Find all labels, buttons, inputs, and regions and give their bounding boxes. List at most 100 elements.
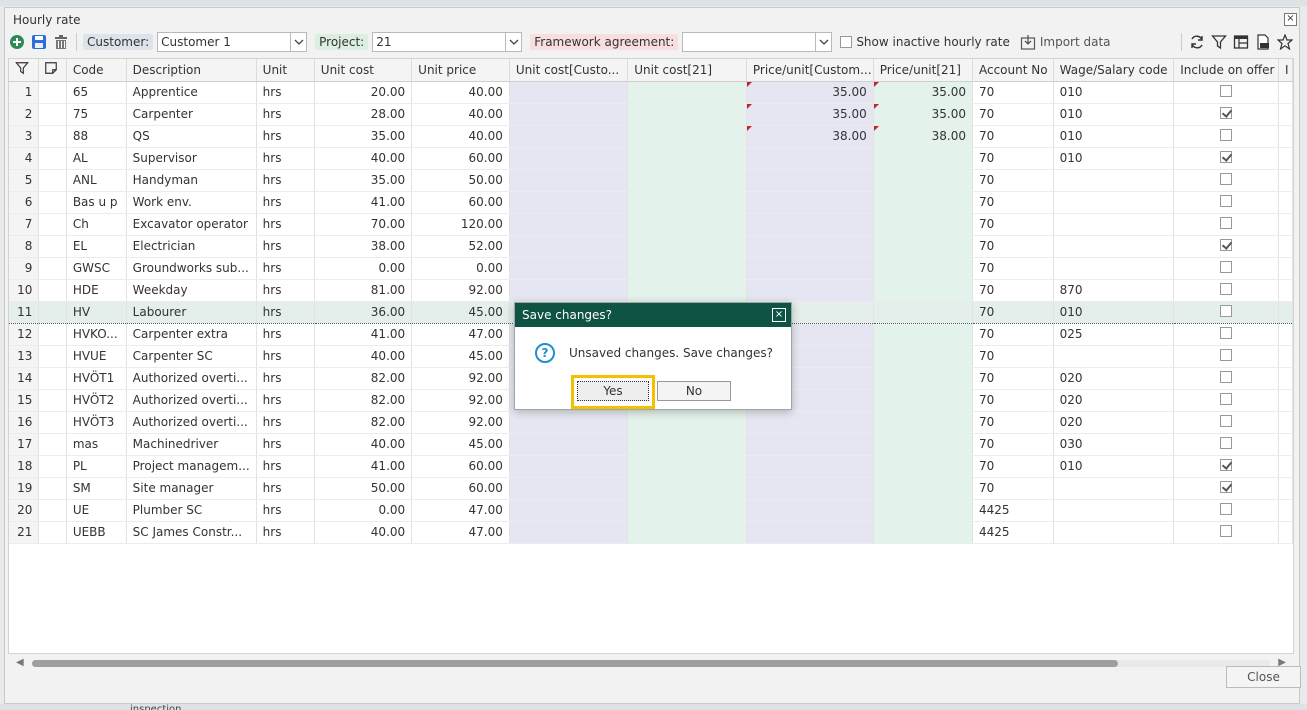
cell-description[interactable]: SC James Constr... [126,521,257,544]
cell-wage-salary-code[interactable]: 025 [1053,323,1175,346]
cell-price-unit-21[interactable] [873,147,973,170]
cell-include-on-offer[interactable] [1173,279,1279,302]
column-header-overflow[interactable]: I [1278,59,1293,82]
row-number[interactable]: 7 [9,213,40,236]
cell-include-on-offer[interactable] [1173,103,1279,126]
table-row[interactable]: 10 HDE Weekday hrs 81.00 92.00 70 870 [9,279,1293,302]
row-number[interactable]: 15 [9,389,40,412]
cell-price-unit-customer[interactable] [746,521,874,544]
cell-account-no[interactable]: 70 [972,300,1054,324]
cell-unit-price[interactable]: 45.00 [411,300,510,324]
cell-account-no[interactable]: 70 [972,235,1054,258]
cell-unit-price[interactable]: 60.00 [411,477,510,500]
cell-wage-salary-code[interactable] [1053,499,1175,522]
cell-include-on-offer[interactable] [1173,323,1279,346]
cell-unit-cost-21[interactable] [627,411,747,434]
cell-unit-cost-customer[interactable] [509,169,629,192]
cell-unit-price[interactable]: 52.00 [411,235,510,258]
cell-wage-salary-code[interactable] [1053,257,1175,280]
cell-unit-cost[interactable]: 38.00 [314,235,413,258]
cell-unit-cost-21[interactable] [627,191,747,214]
cell-code[interactable]: Ch [66,213,127,236]
row-note-cell[interactable] [38,477,67,500]
cell-wage-salary-code[interactable]: 030 [1053,433,1175,456]
cell-unit-price[interactable]: 60.00 [411,191,510,214]
row-number[interactable]: 20 [9,499,40,522]
row-number[interactable]: 16 [9,411,40,434]
cell-unit-cost-customer[interactable] [509,147,629,170]
cell-unit-cost[interactable]: 40.00 [314,433,413,456]
cell-description[interactable]: Supervisor [126,147,257,170]
cell-account-no[interactable]: 4425 [972,521,1054,544]
cell-unit-cost[interactable]: 82.00 [314,411,413,434]
cell-wage-salary-code[interactable]: 020 [1053,389,1175,412]
cell-wage-salary-code[interactable] [1053,477,1175,500]
cell-unit-cost-customer[interactable] [509,125,629,148]
row-number[interactable]: 21 [9,521,40,544]
table-row[interactable]: 3 88 QS hrs 35.00 40.00 38.00 38.00 70 010 [9,125,1293,148]
cell-unit-cost-customer[interactable] [509,499,629,522]
framework-agreement-select[interactable] [682,32,833,52]
row-note-cell[interactable] [38,455,67,478]
column-header-unit-cost-customer[interactable]: Unit cost[Custo... [509,59,629,82]
cell-unit[interactable]: hrs [256,103,315,126]
cell-account-no[interactable]: 70 [972,345,1054,368]
cell-unit-cost-21[interactable] [627,257,747,280]
row-note-cell[interactable] [38,213,67,236]
column-header-account-no[interactable]: Account No [972,59,1054,82]
cell-account-no[interactable]: 70 [972,81,1054,104]
table-row[interactable]: 20 UE Plumber SC hrs 0.00 47.00 4425 [9,499,1293,522]
cell-account-no[interactable]: 70 [972,169,1054,192]
cell-unit[interactable]: hrs [256,455,315,478]
table-row[interactable]: 9 GWSC Groundworks sub... hrs 0.00 0.00 70 [9,257,1293,280]
cell-price-unit-21[interactable] [873,257,973,280]
row-number[interactable]: 12 [9,323,40,346]
cell-unit-price[interactable]: 120.00 [411,213,510,236]
include-on-offer-checkbox[interactable] [1220,150,1233,163]
cell-price-unit-21[interactable] [873,389,973,412]
cell-account-no[interactable]: 70 [972,191,1054,214]
cell-overflow[interactable] [1278,345,1293,368]
cell-price-unit-21[interactable] [873,323,973,346]
cell-price-unit-21[interactable] [873,300,973,324]
row-number[interactable]: 19 [9,477,40,500]
cell-wage-salary-code[interactable]: 010 [1053,300,1175,324]
cell-description[interactable]: QS [126,125,257,148]
row-note-cell[interactable] [38,191,67,214]
cell-price-unit-customer[interactable] [746,235,874,258]
cell-account-no[interactable]: 70 [972,389,1054,412]
cell-account-no[interactable]: 4425 [972,499,1054,522]
cell-unit[interactable]: hrs [256,279,315,302]
show-inactive-toggle[interactable]: Show inactive hourly rate [840,35,1010,49]
cell-unit-cost-customer[interactable] [509,191,629,214]
cell-code[interactable]: UE [66,499,127,522]
cell-unit-cost[interactable]: 40.00 [314,521,413,544]
row-number[interactable]: 3 [9,125,40,148]
cell-account-no[interactable]: 70 [972,455,1054,478]
cell-overflow[interactable] [1278,499,1293,522]
row-note-cell[interactable] [38,257,67,280]
cell-unit-cost[interactable]: 40.00 [314,345,413,368]
cell-description[interactable]: Handyman [126,169,257,192]
column-header-unit-cost[interactable]: Unit cost [314,59,413,82]
cell-wage-salary-code[interactable] [1053,169,1175,192]
cell-description[interactable]: Excavator operator [126,213,257,236]
cell-unit-cost[interactable]: 41.00 [314,455,413,478]
cell-unit-cost-21[interactable] [627,213,747,236]
row-note-cell[interactable] [38,521,67,544]
cell-code[interactable]: EL [66,235,127,258]
cell-description[interactable]: Labourer [126,300,257,324]
cell-price-unit-customer[interactable] [746,279,874,302]
table-row[interactable]: 7 Ch Excavator operator hrs 70.00 120.00 70 [9,213,1293,236]
cell-overflow[interactable] [1278,191,1293,214]
cell-unit-cost-21[interactable] [627,81,747,104]
cell-include-on-offer[interactable] [1173,213,1279,236]
cell-wage-salary-code[interactable]: 010 [1053,147,1175,170]
cell-unit-cost[interactable]: 81.00 [314,279,413,302]
cell-unit-cost[interactable]: 20.00 [314,81,413,104]
cell-price-unit-21[interactable] [873,411,973,434]
scroll-thumb[interactable] [32,660,1118,667]
row-number[interactable]: 5 [9,169,40,192]
include-on-offer-checkbox[interactable] [1220,304,1233,317]
cell-price-unit-21[interactable] [873,367,973,390]
